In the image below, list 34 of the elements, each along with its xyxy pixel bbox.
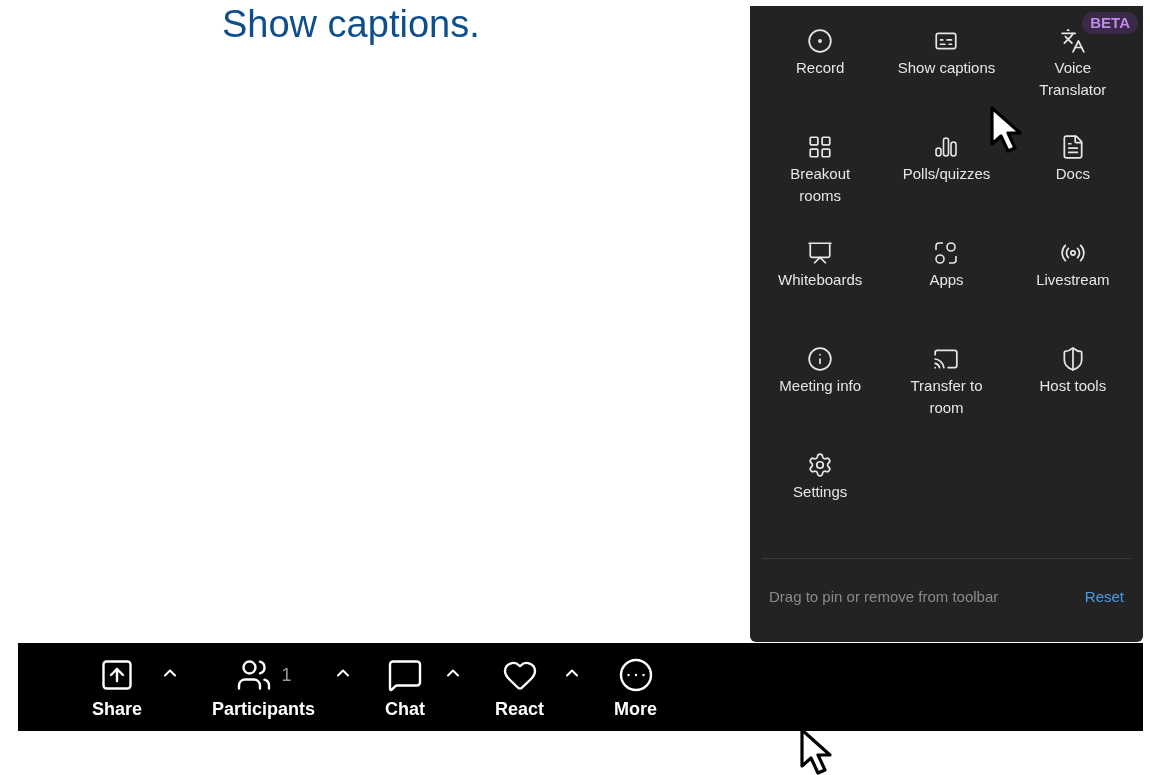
toolbar-button[interactable]: Chat <box>381 653 430 721</box>
menu-item[interactable]: Whiteboards <box>764 240 877 291</box>
menu-item[interactable]: Host tools <box>1025 346 1121 397</box>
cast-icon <box>933 346 960 372</box>
toolbar-button[interactable]: 1 Participants <box>208 653 320 721</box>
menu-item[interactable]: Transfer to room <box>883 346 1010 419</box>
toolbar-button[interactable]: Share <box>88 653 147 721</box>
translate-icon <box>1059 28 1086 54</box>
toolbar-button[interactable]: More <box>610 653 662 721</box>
menu-item[interactable]: Polls/quizzes <box>888 134 1005 185</box>
grid-icon <box>807 134 834 160</box>
more-icon <box>617 657 654 693</box>
menu-item[interactable]: Apps <box>915 240 978 291</box>
record-icon <box>807 28 834 54</box>
beta-badge: BETA <box>1082 12 1138 34</box>
menu-item[interactable]: Breakout rooms <box>757 134 884 207</box>
menu-item[interactable]: Docs <box>1041 134 1104 185</box>
menu-item[interactable]: Livestream <box>1022 240 1124 291</box>
settings-icon <box>807 452 834 478</box>
menu-item[interactable]: Record <box>782 28 859 79</box>
reset-link[interactable]: Reset <box>1084 586 1124 609</box>
share-screen-icon <box>99 657 135 693</box>
page-heading: Show captions. <box>222 3 480 45</box>
apps-icon <box>933 240 960 266</box>
bar-chart-icon <box>933 134 960 160</box>
menu-item[interactable]: Settings <box>779 452 862 503</box>
whiteboard-icon <box>807 240 834 266</box>
chat-bubble-icon <box>387 657 424 693</box>
menu-item[interactable]: Show captions <box>883 28 1010 79</box>
people-icon <box>235 657 272 693</box>
menu-item[interactable]: Meeting info <box>765 346 875 397</box>
toolbar-button[interactable]: React <box>491 653 549 721</box>
toolbar-hint: Drag to pin or remove from toolbar <box>769 587 999 608</box>
info-icon <box>807 346 834 372</box>
